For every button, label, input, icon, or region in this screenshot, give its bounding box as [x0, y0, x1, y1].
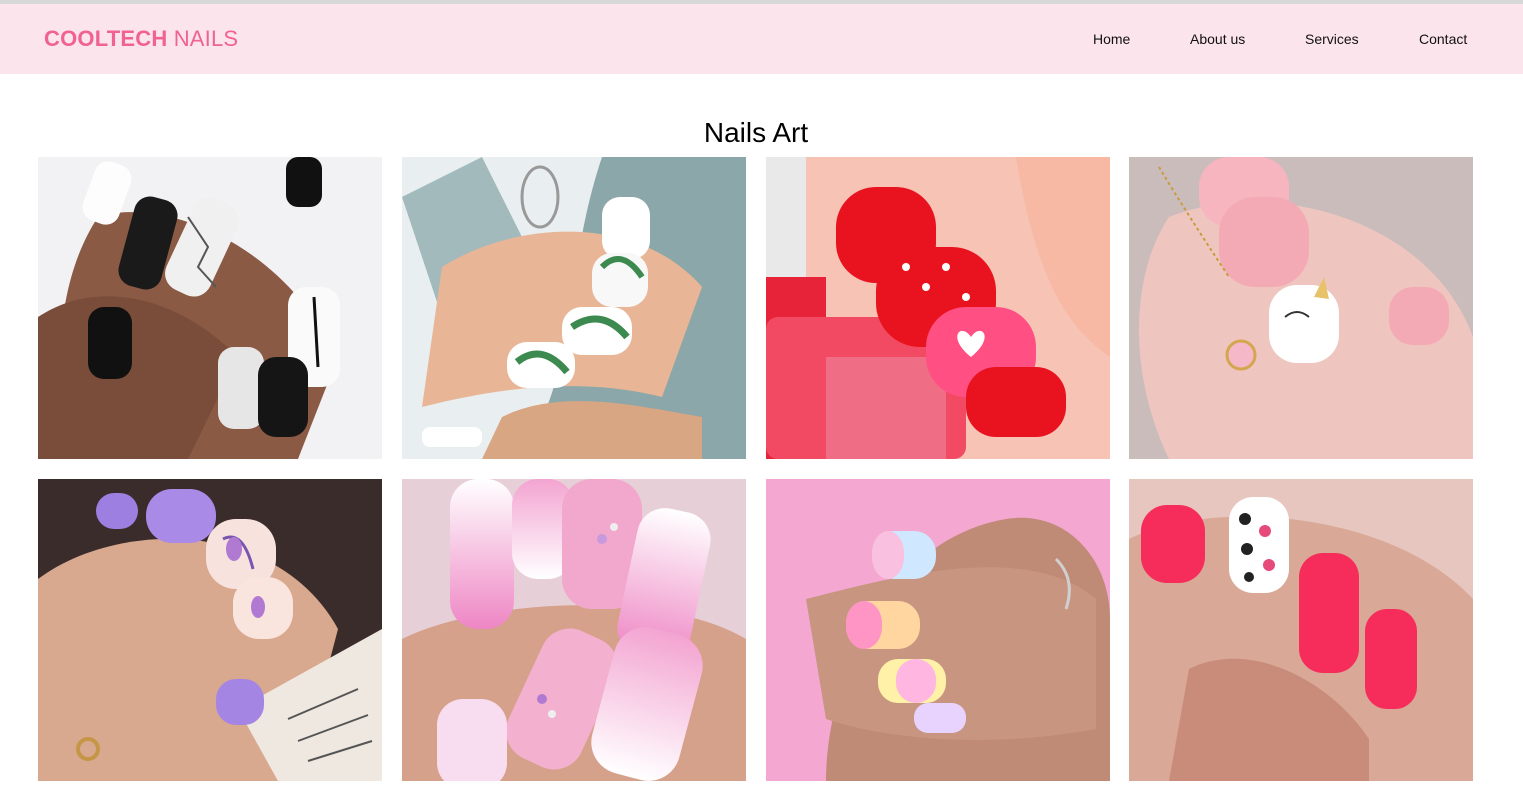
site-header: COOLTECH NAILS Home About us Services Co…	[0, 4, 1523, 74]
gallery-image-pink-ombre-rhinestone[interactable]	[402, 479, 746, 781]
gallery-image-lavender-floral[interactable]	[38, 479, 382, 781]
gallery-image-red-polka-dot[interactable]	[766, 157, 1110, 459]
nav-about-link[interactable]: About us	[1190, 31, 1245, 47]
gallery-image-pastel-rainbow[interactable]	[766, 479, 1110, 781]
gallery-image-pink-unicorn[interactable]	[1129, 157, 1473, 459]
gallery-image-green-leaf[interactable]	[402, 157, 746, 459]
gallery-image-coral-leopard[interactable]	[1129, 479, 1473, 781]
brand-logo[interactable]: COOLTECH NAILS	[44, 26, 238, 52]
gallery-image-black-white-marble[interactable]	[38, 157, 382, 459]
nav-home-link[interactable]: Home	[1093, 31, 1130, 47]
section-title: Nails Art	[703, 117, 809, 148]
nav-services-link[interactable]: Services	[1305, 31, 1359, 47]
brand-name-bold: COOLTECH	[44, 26, 168, 51]
brand-name-light: NAILS	[167, 26, 239, 51]
nav-contact-link[interactable]: Contact	[1419, 31, 1467, 47]
